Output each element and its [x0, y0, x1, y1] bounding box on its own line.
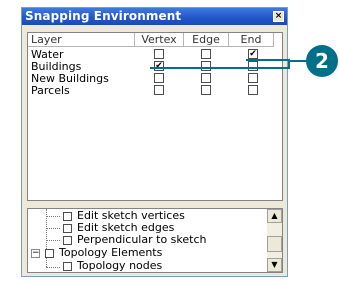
- callout-leader-line: [288, 60, 308, 62]
- tree-connector: [46, 228, 60, 229]
- layer-label-parcels: Parcels: [31, 84, 70, 97]
- snapping-environment-window: Snapping Environment × Layer Vertex Edge…: [21, 7, 288, 277]
- tree-checkbox[interactable]: [63, 212, 72, 221]
- tree-connector: [46, 267, 60, 268]
- scroll-up-icon[interactable]: ▲: [267, 209, 282, 223]
- scroll-down-icon[interactable]: ▼: [267, 258, 282, 272]
- column-header-vertex[interactable]: Vertex: [135, 33, 184, 47]
- column-header-end[interactable]: End: [229, 33, 274, 47]
- tree-connector: [46, 209, 47, 249]
- column-header-edge[interactable]: Edge: [184, 33, 229, 47]
- checkbox-buildings-vertex[interactable]: ✔: [154, 61, 164, 71]
- layer-snapping-table: Layer Vertex Edge End Water ✔ Buildings …: [27, 32, 283, 201]
- callout-leader-line: [150, 67, 290, 69]
- tree-item-topology-elements[interactable]: Topology Elements: [59, 247, 162, 259]
- checkbox-parcels-vertex[interactable]: [154, 85, 164, 95]
- checkbox-new-buildings-vertex[interactable]: [154, 73, 164, 83]
- checkbox-buildings-end[interactable]: [248, 61, 258, 71]
- checkbox-water-edge[interactable]: [201, 49, 211, 59]
- tree-checkbox[interactable]: [63, 236, 72, 245]
- tree-connector: [46, 216, 60, 217]
- checkbox-new-buildings-edge[interactable]: [201, 73, 211, 83]
- tree-connector: [46, 240, 60, 241]
- title-bar[interactable]: Snapping Environment ×: [22, 8, 287, 25]
- tree-checkbox[interactable]: [45, 249, 54, 258]
- tree-connector: [46, 257, 47, 267]
- callout-leader-line: [246, 59, 290, 61]
- checkbox-water-end[interactable]: ✔: [248, 49, 258, 59]
- tree-checkbox[interactable]: [63, 262, 72, 271]
- tree-item-perpendicular-to-sketch[interactable]: Perpendicular to sketch: [77, 234, 206, 246]
- scroll-thumb[interactable]: [267, 236, 282, 252]
- tree-scrollbar[interactable]: ▲ ▼: [267, 209, 282, 272]
- checkbox-new-buildings-end[interactable]: [248, 73, 258, 83]
- collapse-icon[interactable]: −: [31, 249, 40, 258]
- tree-item-topology-nodes[interactable]: Topology nodes: [77, 260, 162, 272]
- checkbox-parcels-edge[interactable]: [201, 85, 211, 95]
- checkbox-parcels-end[interactable]: [248, 85, 258, 95]
- checkbox-buildings-edge[interactable]: [201, 61, 211, 71]
- snapping-tree-panel: Edit sketch vertices Edit sketch edges P…: [27, 208, 283, 273]
- column-header-layer[interactable]: Layer: [28, 33, 135, 47]
- checkbox-water-vertex[interactable]: [154, 49, 164, 59]
- close-button[interactable]: ×: [273, 11, 284, 22]
- tree-checkbox[interactable]: [63, 224, 72, 233]
- window-title: Snapping Environment: [25, 9, 182, 23]
- callout-number-badge: 2: [306, 45, 338, 77]
